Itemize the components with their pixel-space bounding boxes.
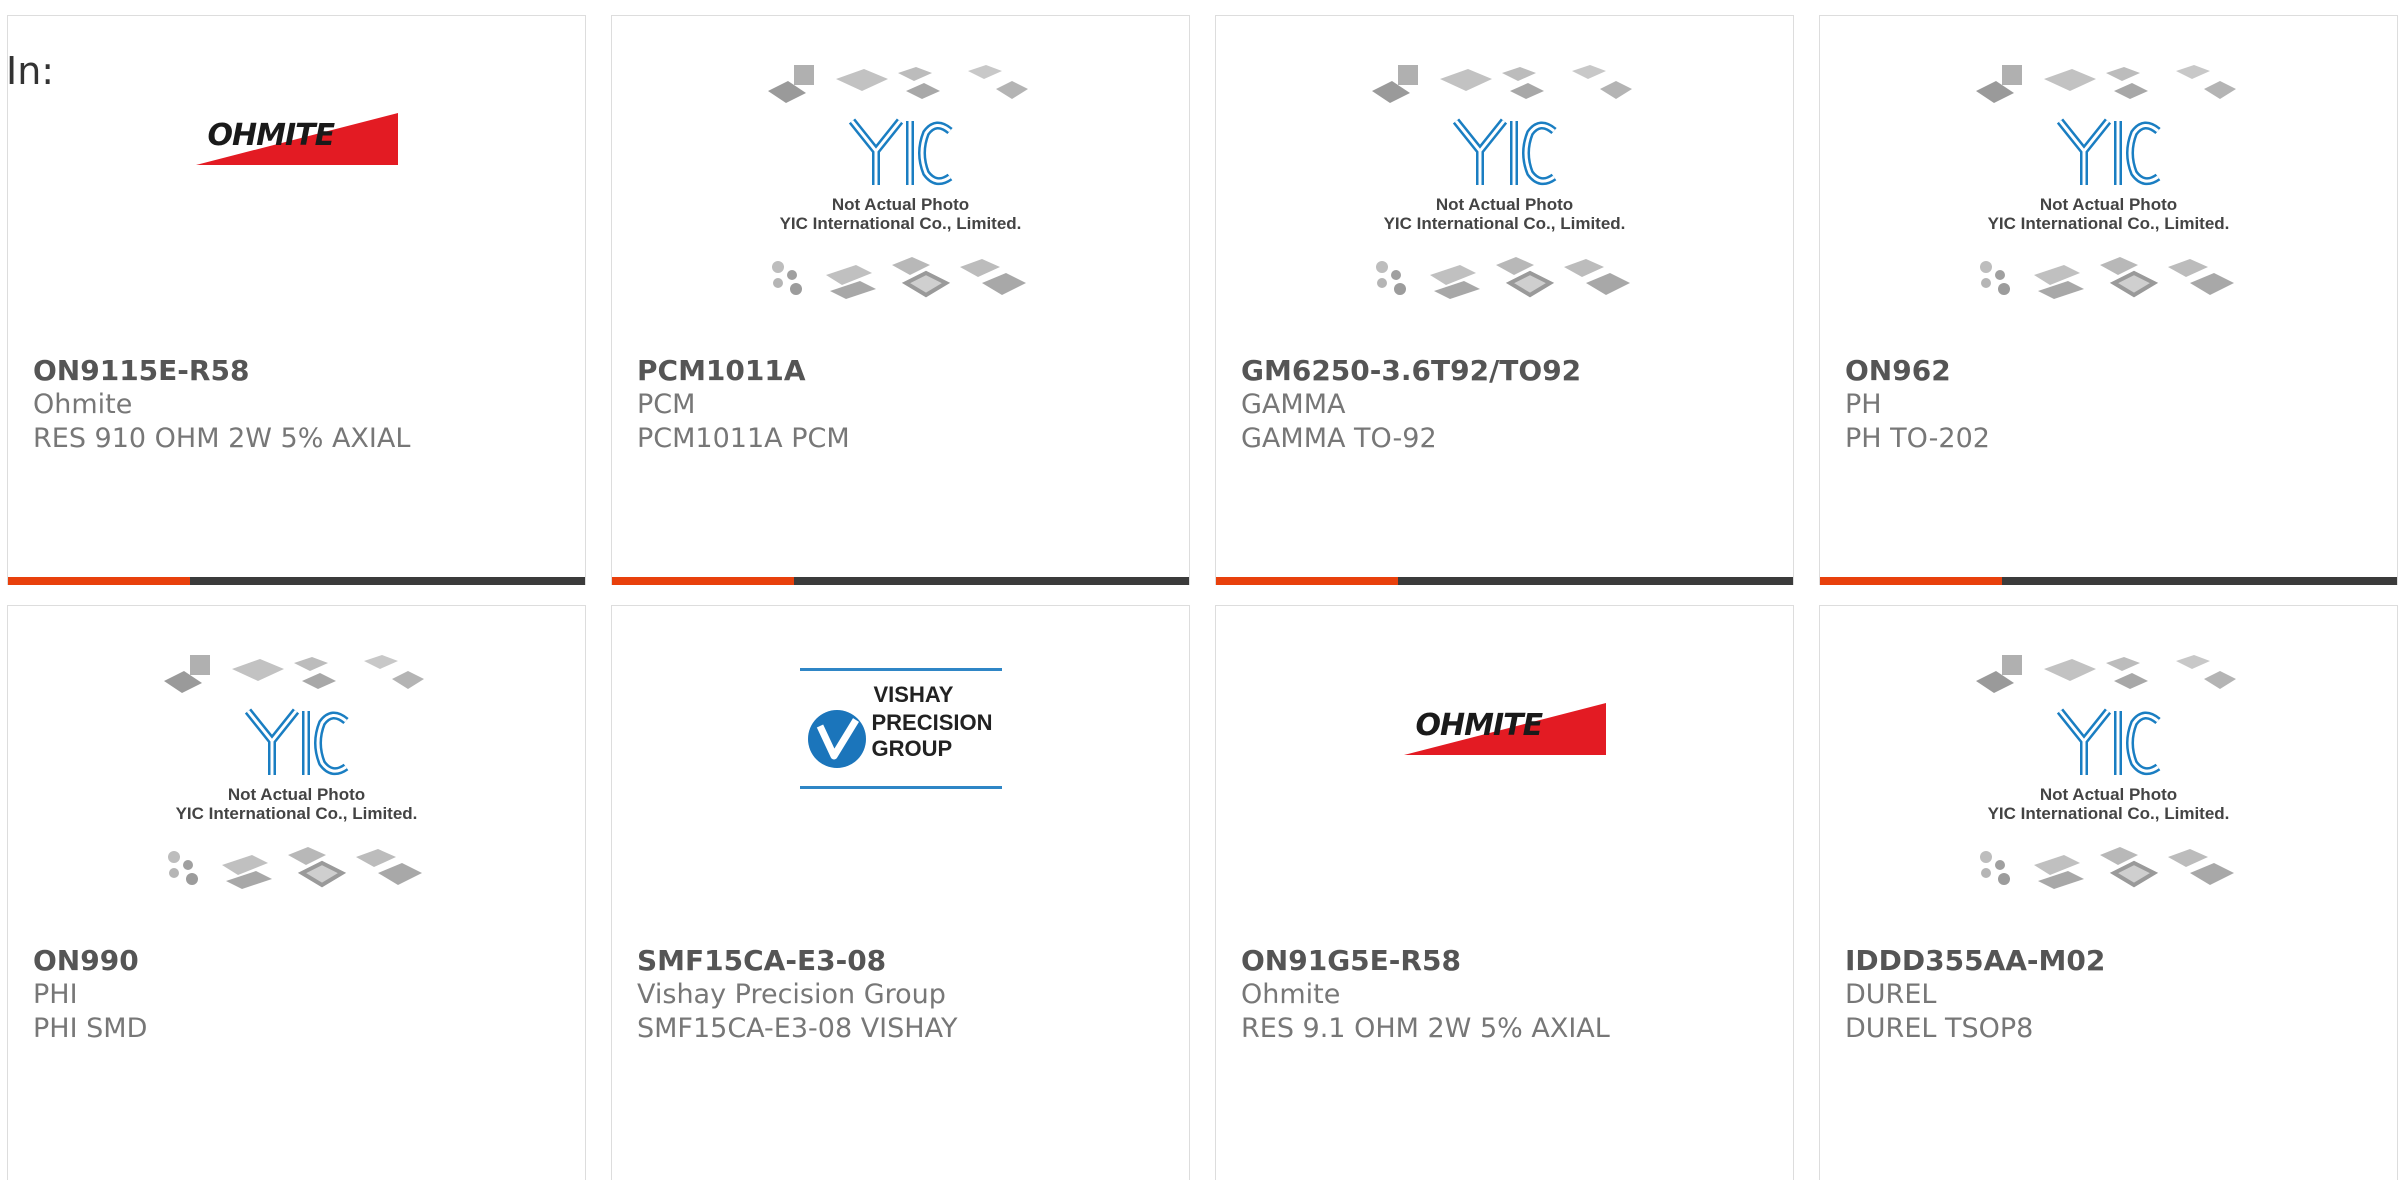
description: SMF15CA-E3-08 VISHAY [637, 1013, 958, 1044]
yic-placeholder-image: Not Actual Photo YIC International Co., L… [1964, 651, 2254, 897]
ohmite-logo: OHMITE [1403, 702, 1606, 755]
product-card[interactable]: Not Actual Photo YIC International Co., L… [1819, 605, 2398, 1180]
product-image: Not Actual Photo YIC International Co., L… [1820, 16, 2397, 361]
yic-company-text: YIC International Co., Limited. [1987, 213, 2230, 233]
description: GAMMA TO-92 [1241, 423, 1437, 454]
description: PHI SMD [33, 1013, 148, 1044]
manufacturer: GAMMA [1241, 389, 1346, 420]
not-actual-photo-text: Not Actual Photo [2039, 784, 2178, 804]
product-card[interactable]: OHMITE ON9115E-R58 Ohmite RES 910 OHM 2W… [7, 15, 586, 585]
product-image: OHMITE [1216, 606, 1793, 951]
product-image: VISHAY PRECISION GROUP [612, 606, 1189, 951]
product-card[interactable]: Not Actual Photo YIC International Co., L… [611, 15, 1190, 585]
yic-placeholder-image: Not Actual Photo YIC International Co., L… [1360, 61, 1650, 307]
not-actual-photo-text: Not Actual Photo [2039, 194, 2178, 214]
product-card[interactable]: Not Actual Photo YIC International Co., L… [7, 605, 586, 1180]
description: PH TO-202 [1845, 423, 1990, 454]
part-number[interactable]: GM6250-3.6T92/TO92 [1241, 354, 1773, 388]
part-number[interactable]: IDDD355AA-M02 [1845, 944, 2377, 978]
part-number[interactable]: ON9115E-R58 [33, 354, 565, 388]
not-actual-photo-text: Not Actual Photo [227, 784, 366, 804]
part-number[interactable]: ON990 [33, 944, 565, 978]
manufacturer: PCM [637, 389, 696, 420]
product-grid: OHMITE ON9115E-R58 Ohmite RES 910 OHM 2W… [0, 0, 2400, 1180]
yic-placeholder-image: Not Actual Photo YIC International Co., L… [152, 651, 442, 897]
card-accent-bar [612, 577, 1189, 585]
card-accent-bar [1216, 577, 1793, 585]
not-actual-photo-text: Not Actual Photo [831, 194, 970, 214]
product-card[interactable]: Not Actual Photo YIC International Co., L… [1819, 15, 2398, 585]
yic-placeholder-image: Not Actual Photo YIC International Co., L… [756, 61, 1046, 307]
description: DUREL TSOP8 [1845, 1013, 2034, 1044]
product-card[interactable]: OHMITE ON91G5E-R58 Ohmite RES 9.1 OHM 2W… [1215, 605, 1794, 1180]
manufacturer: PHI [33, 979, 78, 1010]
part-number[interactable]: PCM1011A [637, 354, 1169, 388]
part-number[interactable]: ON91G5E-R58 [1241, 944, 1773, 978]
card-accent-bar [1820, 577, 2397, 585]
product-card[interactable]: Not Actual Photo YIC International Co., L… [1215, 15, 1794, 585]
not-actual-photo-text: Not Actual Photo [1435, 194, 1574, 214]
product-image: OHMITE [8, 16, 585, 361]
product-image: Not Actual Photo YIC International Co., L… [8, 606, 585, 951]
search-in-label: In: [6, 49, 55, 93]
card-accent-bar [8, 577, 585, 585]
manufacturer: Ohmite [1241, 979, 1341, 1010]
part-number[interactable]: SMF15CA-E3-08 [637, 944, 1169, 978]
yic-company-text: YIC International Co., Limited. [1987, 803, 2230, 823]
yic-company-text: YIC International Co., Limited. [779, 213, 1022, 233]
yic-company-text: YIC International Co., Limited. [1383, 213, 1626, 233]
manufacturer: Ohmite [33, 389, 133, 420]
description: RES 9.1 OHM 2W 5% AXIAL [1241, 1013, 1610, 1044]
manufacturer: PH [1845, 389, 1882, 420]
product-image: Not Actual Photo YIC International Co., L… [612, 16, 1189, 361]
manufacturer: DUREL [1845, 979, 1937, 1010]
yic-company-text: YIC International Co., Limited. [175, 803, 418, 823]
product-image: Not Actual Photo YIC International Co., L… [1216, 16, 1793, 361]
part-number[interactable]: ON962 [1845, 354, 2377, 388]
manufacturer: Vishay Precision Group [637, 979, 946, 1010]
vishay-logo: VISHAY PRECISION GROUP [799, 667, 1002, 790]
product-card[interactable]: VISHAY PRECISION GROUP SMF15CA-E3-08 Vis… [611, 605, 1190, 1180]
yic-placeholder-image: Not Actual Photo YIC International Co., L… [1964, 61, 2254, 307]
description: PCM1011A PCM [637, 423, 850, 454]
description: RES 910 OHM 2W 5% AXIAL [33, 423, 411, 454]
ohmite-logo: OHMITE [195, 112, 398, 165]
product-image: Not Actual Photo YIC International Co., L… [1820, 606, 2397, 951]
